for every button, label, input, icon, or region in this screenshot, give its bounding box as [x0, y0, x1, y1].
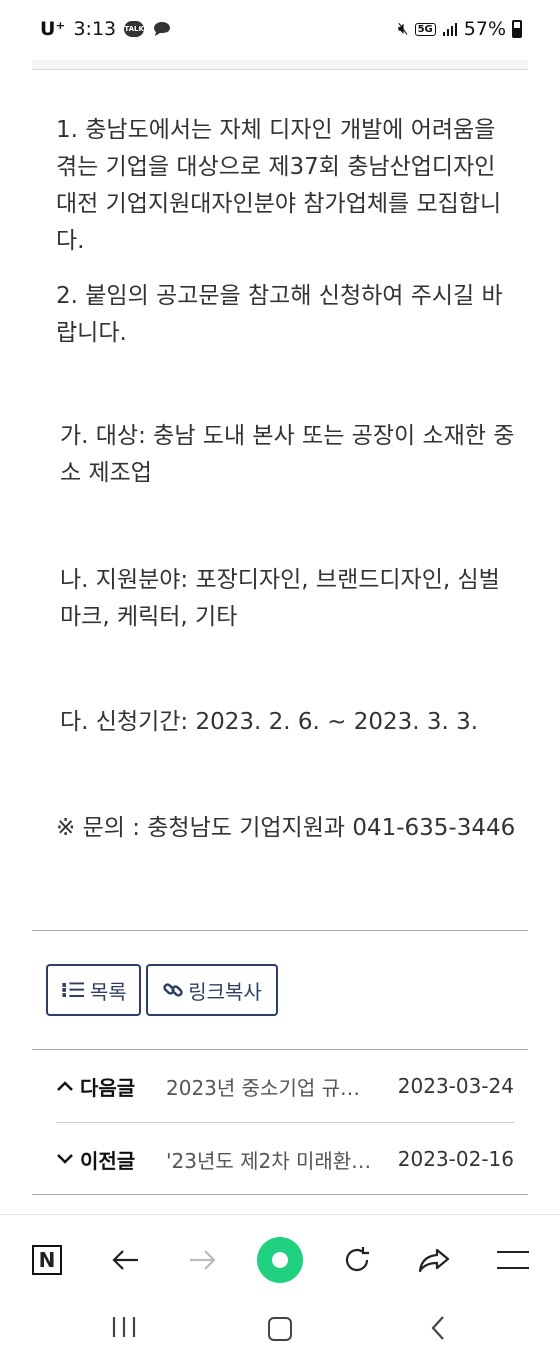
- carrier-label: U⁺: [40, 18, 66, 40]
- home-icon[interactable]: [268, 1317, 292, 1341]
- battery-icon: [512, 20, 522, 38]
- clock: 3:13: [73, 18, 117, 40]
- prev-post-title[interactable]: '23년도 제2차 미래환…: [166, 1145, 376, 1174]
- back-nav-icon[interactable]: [428, 1314, 448, 1349]
- link-icon: [163, 983, 183, 997]
- back-icon[interactable]: [102, 1237, 148, 1283]
- list-icon: ⁝☰: [60, 978, 86, 1002]
- status-bar: U⁺ 3:13 TALK 🔇︎ 5G 57%: [0, 0, 560, 60]
- browser-toolbar: N: [0, 1214, 560, 1305]
- notice-support-field: 나. 지원분야: 포장디자인, 브랜드디자인, 심벌마크, 케릭터, 기타: [60, 567, 500, 630]
- notice-paragraph-1: 1. 충남도에서는 자체 디자인 개발에 어려움을 겪는 기업을 대상으로 제3…: [56, 117, 502, 254]
- prev-post-label: 이전글: [80, 1148, 136, 1173]
- copy-link-label: 링크복사: [188, 979, 262, 1004]
- notice-target: 가. 대상: 충남 도내 본사 또는 공장이 소재한 중소 제조업: [60, 423, 515, 486]
- next-post-date: 2023-03-24: [397, 1074, 514, 1098]
- mute-icon: 🔇︎: [397, 19, 409, 39]
- system-nav-bar: [0, 1304, 560, 1369]
- list-button[interactable]: ⁝☰ 목록: [46, 964, 141, 1016]
- network-type: 5G: [414, 22, 436, 36]
- next-post-row[interactable]: 다음글 2023년 중소기업 규… 2023-03-24: [56, 1050, 514, 1122]
- share-icon[interactable]: [411, 1237, 457, 1283]
- notice-period: 다. 신청기간: 2023. 2. 6. ~ 2023. 3. 3.: [60, 709, 479, 735]
- chat-bubble-icon: [154, 22, 171, 36]
- chevron-up-icon: [57, 1081, 73, 1091]
- prev-post-date: 2023-02-16: [397, 1147, 514, 1171]
- naver-home-icon[interactable]: N: [24, 1237, 70, 1283]
- recents-icon[interactable]: [110, 1314, 138, 1347]
- divider: [32, 1194, 528, 1195]
- refresh-icon[interactable]: [334, 1237, 380, 1283]
- list-button-label: 목록: [89, 979, 127, 1004]
- copy-link-button[interactable]: 링크복사: [146, 964, 278, 1016]
- signal-icon: [442, 23, 457, 36]
- kakaotalk-icon: TALK: [124, 21, 145, 37]
- chevron-down-icon: [57, 1154, 73, 1164]
- battery-percent: 57%: [463, 18, 506, 40]
- notice-contact: ※ 문의 : 충청남도 기업지원과 041-635-3446: [56, 815, 516, 841]
- green-dot-icon[interactable]: [257, 1237, 303, 1283]
- notice-paragraph-2: 2. 붙임의 공고문을 참고해 신청하여 주시길 바랍니다.: [56, 283, 503, 346]
- menu-icon[interactable]: [490, 1237, 536, 1283]
- prev-post-row[interactable]: 이전글 '23년도 제2차 미래환… 2023-02-16: [56, 1123, 514, 1195]
- next-post-label: 다음글: [80, 1075, 136, 1100]
- divider: [32, 930, 528, 931]
- forward-icon[interactable]: [180, 1237, 226, 1283]
- next-post-title[interactable]: 2023년 중소기업 규…: [166, 1072, 376, 1101]
